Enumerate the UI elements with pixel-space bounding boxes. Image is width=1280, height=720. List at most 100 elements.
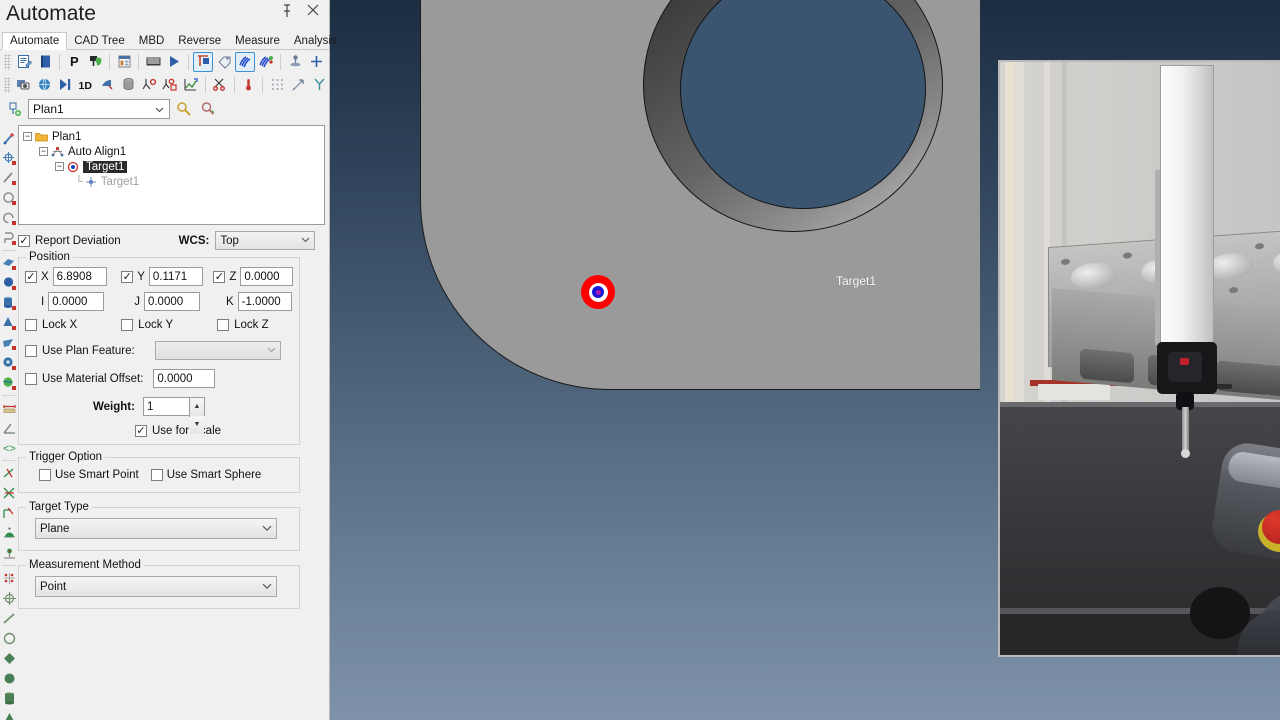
position-x-input[interactable]: 6.8908 xyxy=(52,267,108,286)
slot-icon[interactable] xyxy=(0,228,18,248)
use-smart-point-checkbox[interactable] xyxy=(39,469,51,481)
tab-automate[interactable]: Automate xyxy=(2,32,68,50)
use-for-scale-checkbox[interactable] xyxy=(135,425,147,437)
position-z-checkbox[interactable] xyxy=(213,270,226,283)
weight-stepper-down[interactable]: ▼ xyxy=(189,416,204,434)
point-cloud-box-icon[interactable] xyxy=(160,75,180,95)
pin-icon[interactable] xyxy=(281,4,297,20)
position-k-input[interactable]: -1.0000 xyxy=(237,292,292,311)
lock-y-checkbox[interactable] xyxy=(121,319,134,331)
position-x-checkbox[interactable] xyxy=(25,270,37,283)
edit-plan-icon[interactable] xyxy=(14,52,34,72)
torus-icon[interactable] xyxy=(0,333,18,353)
tree-node-plan[interactable]: − Plan1 xyxy=(23,129,324,144)
play-icon[interactable] xyxy=(164,52,184,72)
target-plan-icon[interactable] xyxy=(193,51,213,72)
snapshot-icon[interactable] xyxy=(14,75,34,95)
caliper-icon[interactable] xyxy=(0,398,18,418)
ring-icon[interactable] xyxy=(0,353,18,373)
globe-icon[interactable] xyxy=(35,75,55,95)
path-chart-icon[interactable] xyxy=(181,75,201,95)
probe-tool-icon[interactable] xyxy=(285,52,305,72)
weight-stepper-up[interactable]: ▲ xyxy=(189,398,204,416)
plan-tree[interactable]: − Plan1 − Auto Align1 − Target1 └ Target… xyxy=(18,125,325,225)
position-y-input[interactable]: 0.1171 xyxy=(148,267,204,286)
scan-multi-icon[interactable] xyxy=(256,52,276,72)
edit-probe-icon[interactable] xyxy=(198,99,218,119)
tag-icon[interactable] xyxy=(214,52,234,72)
cad-viewport[interactable]: Target1 xyxy=(330,0,1280,720)
wcs-select[interactable]: Top xyxy=(215,231,316,250)
point-group-icon[interactable] xyxy=(0,568,18,588)
point-cloud-icon[interactable] xyxy=(139,75,159,95)
tab-mbd[interactable]: MBD xyxy=(132,33,172,49)
tree-node-target-selected[interactable]: − Target1 xyxy=(23,159,324,174)
project-icon[interactable] xyxy=(0,503,18,523)
magnifier-icon[interactable] xyxy=(174,99,194,119)
surface-icon[interactable] xyxy=(0,373,18,393)
tab-analysis[interactable]: Analysis xyxy=(287,33,344,49)
probe-green-icon[interactable] xyxy=(85,52,105,72)
measurement-method-select[interactable]: Point xyxy=(35,576,277,597)
distance-icon[interactable]: <> xyxy=(0,438,18,458)
step-play-icon[interactable] xyxy=(56,75,76,95)
p-letter-icon[interactable]: P xyxy=(64,52,84,72)
cone-icon[interactable] xyxy=(0,313,18,333)
scissors-icon[interactable] xyxy=(210,75,230,95)
list-icon[interactable] xyxy=(143,52,163,72)
pierce-icon[interactable] xyxy=(0,463,18,483)
thermometer-icon[interactable] xyxy=(239,75,259,95)
plan-select[interactable]: Plan1 xyxy=(28,99,170,119)
diamond-icon[interactable] xyxy=(0,648,18,668)
use-plan-feature-select[interactable] xyxy=(154,341,281,360)
weight-input[interactable]: 1 ▲ ▼ xyxy=(142,397,205,434)
target-marker[interactable] xyxy=(581,275,615,309)
vector-arrow-icon[interactable] xyxy=(288,75,308,95)
use-material-offset-input[interactable]: 0.0000 xyxy=(153,369,216,388)
circle2-icon[interactable] xyxy=(0,628,18,648)
use-smart-sphere-checkbox[interactable] xyxy=(150,469,163,481)
arc-icon[interactable] xyxy=(0,208,18,228)
branch-icon[interactable] xyxy=(309,75,329,95)
pick-region-icon[interactable] xyxy=(97,75,117,95)
toolbar-grip[interactable] xyxy=(4,53,11,70)
lock-z-checkbox[interactable] xyxy=(217,319,230,331)
position-z-input[interactable]: 0.0000 xyxy=(240,267,293,286)
barrel-icon[interactable] xyxy=(118,75,138,95)
report-icon[interactable] xyxy=(114,52,134,72)
tree-expander[interactable]: − xyxy=(23,132,32,141)
cone2-icon[interactable] xyxy=(0,708,18,720)
plus-icon[interactable] xyxy=(306,52,326,72)
report-deviation-checkbox[interactable] xyxy=(18,234,30,247)
weight-stepper[interactable]: ▲ ▼ xyxy=(188,398,204,434)
tab-reverse[interactable]: Reverse xyxy=(171,33,228,49)
one-d-icon[interactable]: 1D xyxy=(77,75,97,95)
probe-plus-icon[interactable] xyxy=(0,128,18,148)
cylinder-icon[interactable] xyxy=(0,293,18,313)
angle-icon[interactable] xyxy=(0,418,18,438)
tree-node-autoalign[interactable]: − Auto Align1 xyxy=(23,144,324,159)
best-fit-icon[interactable] xyxy=(0,523,18,543)
tree-node-target-leaf[interactable]: └ Target1 xyxy=(23,174,324,189)
lock-x-checkbox[interactable] xyxy=(25,319,37,331)
tab-measure[interactable]: Measure xyxy=(228,33,287,49)
position-j-input[interactable]: 0.0000 xyxy=(143,292,200,311)
position-y-checkbox[interactable] xyxy=(121,270,134,283)
close-icon[interactable] xyxy=(307,4,323,20)
line-icon[interactable] xyxy=(0,168,18,188)
sphere2-icon[interactable] xyxy=(0,668,18,688)
dot-grid-icon[interactable] xyxy=(267,75,287,95)
segment-icon[interactable] xyxy=(0,608,18,628)
intersect-icon[interactable] xyxy=(0,483,18,503)
circle-open-icon[interactable] xyxy=(0,188,18,208)
use-material-offset-checkbox[interactable] xyxy=(25,372,37,385)
datum-icon[interactable] xyxy=(0,543,18,563)
tree-expander[interactable]: − xyxy=(39,147,48,156)
sphere-icon[interactable] xyxy=(0,273,18,293)
use-plan-feature-checkbox[interactable] xyxy=(25,344,37,357)
tab-cad-tree[interactable]: CAD Tree xyxy=(67,33,132,49)
crosshair-icon[interactable] xyxy=(0,588,18,608)
toolbar-grip[interactable] xyxy=(4,76,11,93)
plane-icon[interactable] xyxy=(0,253,18,273)
target-type-select[interactable]: Plane xyxy=(35,518,277,539)
